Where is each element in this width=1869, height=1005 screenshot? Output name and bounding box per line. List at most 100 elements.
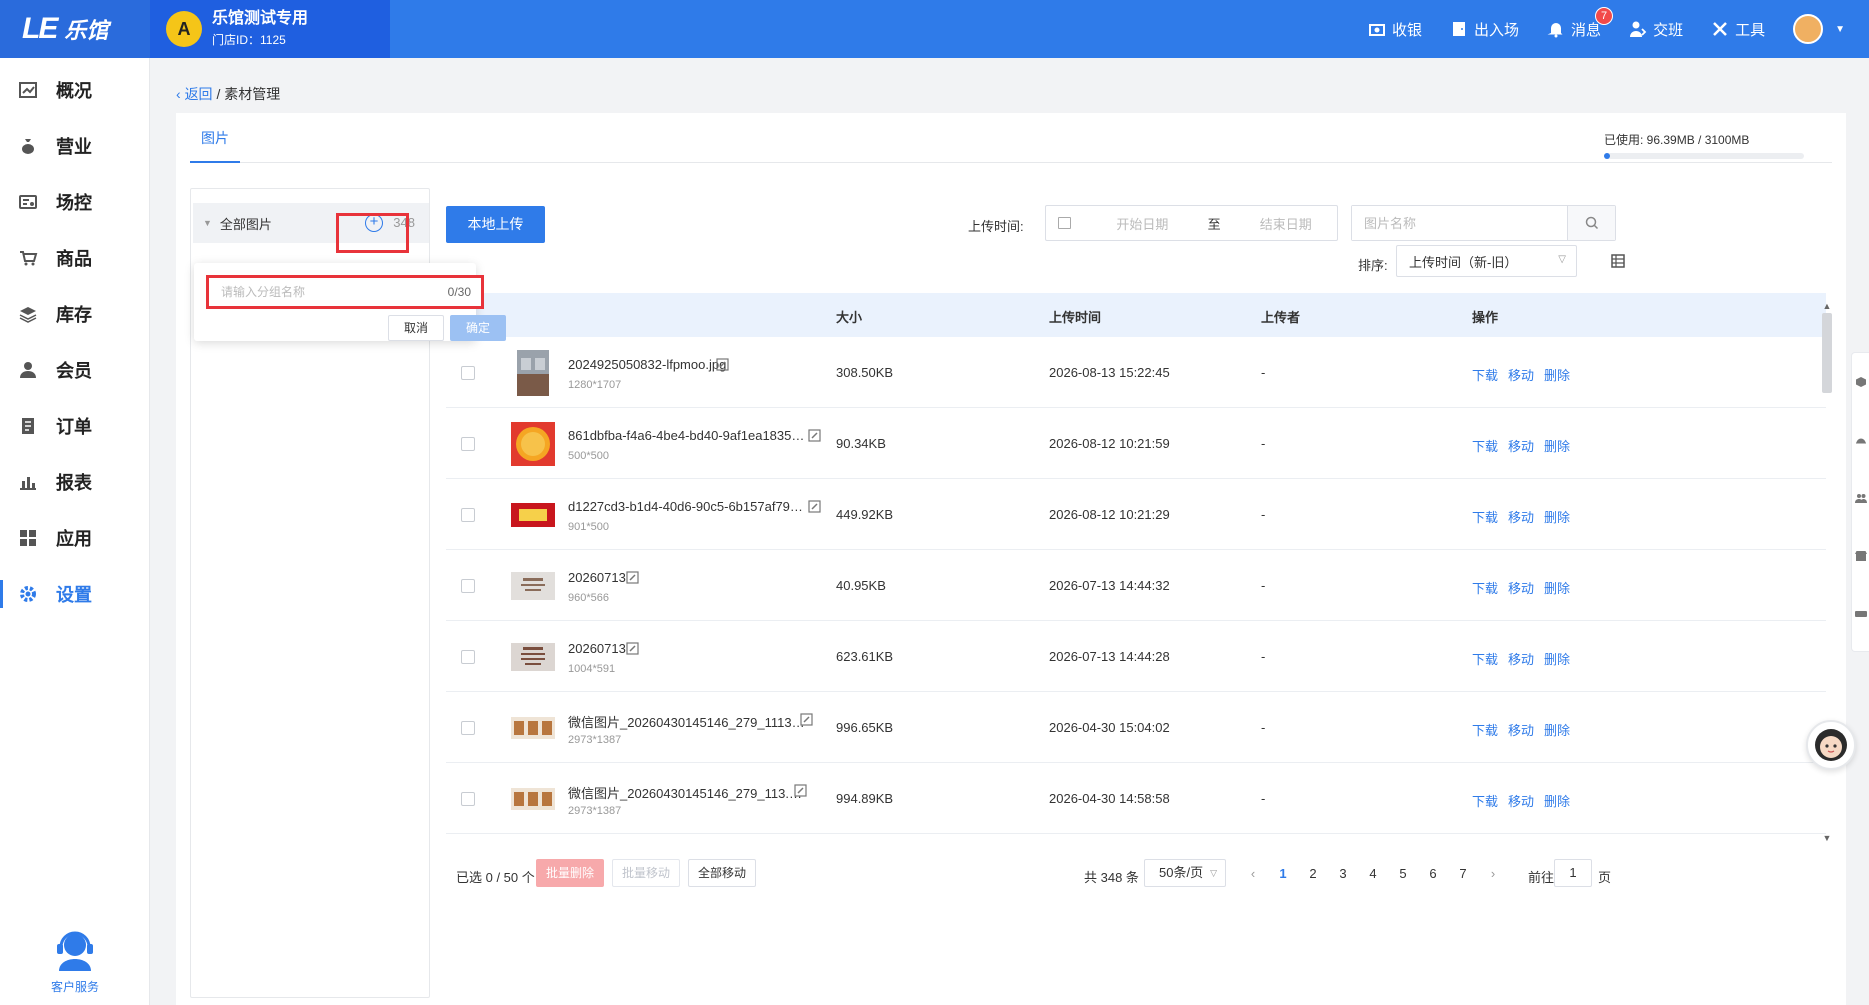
page-3[interactable]: 3	[1328, 866, 1358, 881]
scroll-up-icon[interactable]: ▲	[1821, 301, 1833, 311]
brand-logo[interactable]: LE 乐馆	[0, 0, 150, 58]
move-link[interactable]: 移动	[1508, 368, 1534, 383]
move-all-button[interactable]: 全部移动	[688, 859, 756, 887]
download-link[interactable]: 下载	[1472, 581, 1498, 596]
prev-page-icon[interactable]: ‹	[1238, 866, 1268, 881]
scrollbar-thumb[interactable]	[1822, 313, 1832, 393]
sidebar-item-overview[interactable]: 概况	[0, 62, 149, 118]
assistant-avatar[interactable]	[1806, 720, 1856, 770]
sidebar-item-inventory[interactable]: 库存	[0, 286, 149, 342]
confirm-button[interactable]: 确定	[450, 315, 506, 341]
cancel-button[interactable]: 取消	[388, 315, 444, 341]
image-name-input[interactable]	[1352, 206, 1567, 240]
edit-icon[interactable]	[800, 713, 813, 726]
image-thumbnail[interactable]	[511, 492, 555, 538]
group-name-input[interactable]	[209, 278, 481, 306]
move-link[interactable]: 移动	[1508, 723, 1534, 738]
image-thumbnail[interactable]	[511, 563, 555, 609]
goto-page-input[interactable]: 1	[1554, 859, 1592, 887]
row-checkbox[interactable]	[461, 508, 475, 522]
move-link[interactable]: 移动	[1508, 652, 1534, 667]
edit-icon[interactable]	[626, 642, 639, 655]
edit-icon[interactable]	[794, 784, 807, 797]
customer-service[interactable]: 客户服务	[0, 927, 150, 995]
edit-icon[interactable]	[626, 571, 639, 584]
local-upload-button[interactable]: 本地上传	[446, 206, 545, 243]
page-size-select[interactable]: 50条/页 ▽	[1144, 859, 1226, 887]
user-avatar[interactable]	[1793, 14, 1824, 44]
delete-link[interactable]: 删除	[1544, 581, 1570, 596]
sidebar-item-business[interactable]: 营业	[0, 118, 149, 174]
move-link[interactable]: 移动	[1508, 794, 1534, 809]
edit-icon[interactable]	[808, 500, 821, 513]
store-icon[interactable]	[1852, 527, 1869, 585]
search-button[interactable]	[1567, 206, 1615, 240]
image-thumbnail[interactable]	[511, 634, 555, 680]
move-link[interactable]: 移动	[1508, 439, 1534, 454]
end-date[interactable]: 结束日期	[1235, 214, 1337, 233]
sidebar-item-reports[interactable]: 报表	[0, 454, 149, 510]
image-thumbnail[interactable]	[511, 421, 555, 467]
page-1[interactable]: 1	[1268, 866, 1298, 881]
batch-delete-button[interactable]: 批量删除	[536, 859, 604, 887]
top-nav-handover[interactable]: 交班	[1629, 19, 1683, 40]
start-date[interactable]: 开始日期	[1091, 214, 1193, 233]
sidebar-item-orders[interactable]: 订单	[0, 398, 149, 454]
image-thumbnail[interactable]	[511, 705, 555, 751]
cube-icon[interactable]	[1852, 353, 1869, 411]
group-name-field[interactable]: 0/30	[206, 275, 484, 309]
download-link[interactable]: 下载	[1472, 510, 1498, 525]
list-view-icon[interactable]	[1611, 254, 1625, 268]
row-checkbox[interactable]	[461, 650, 475, 664]
row-checkbox[interactable]	[461, 579, 475, 593]
sort-select[interactable]: 上传时间（新-旧） ▽	[1396, 245, 1577, 277]
image-thumbnail[interactable]	[511, 350, 555, 396]
top-nav-cashier[interactable]: 收银	[1368, 19, 1422, 40]
batch-move-button[interactable]: 批量移动	[612, 859, 680, 887]
top-nav-entry-exit[interactable]: 出入场	[1450, 19, 1519, 40]
page-7[interactable]: 7	[1448, 866, 1478, 881]
image-thumbnail[interactable]	[511, 776, 555, 822]
back-link[interactable]: ‹ 返回	[176, 86, 213, 102]
edit-icon[interactable]	[716, 358, 729, 371]
scroll-down-icon[interactable]: ▼	[1821, 833, 1833, 843]
delete-link[interactable]: 删除	[1544, 723, 1570, 738]
page-5[interactable]: 5	[1388, 866, 1418, 881]
sidebar-item-venue[interactable]: 场控	[0, 174, 149, 230]
page-6[interactable]: 6	[1418, 866, 1448, 881]
row-checkbox[interactable]	[461, 366, 475, 380]
next-page-icon[interactable]: ›	[1478, 866, 1508, 881]
ticket-icon[interactable]	[1852, 585, 1869, 643]
chevron-down-icon[interactable]: ▼	[1835, 24, 1845, 35]
delete-link[interactable]: 删除	[1544, 794, 1570, 809]
move-link[interactable]: 移动	[1508, 581, 1534, 596]
top-nav-tools[interactable]: 工具	[1711, 19, 1765, 40]
download-link[interactable]: 下载	[1472, 723, 1498, 738]
row-checkbox[interactable]	[461, 721, 475, 735]
table-scrollbar[interactable]: ▲ ▼	[1820, 301, 1834, 901]
sidebar-item-settings[interactable]: 设置	[0, 566, 149, 622]
download-link[interactable]: 下载	[1472, 652, 1498, 667]
delete-link[interactable]: 删除	[1544, 510, 1570, 525]
sidebar-item-members[interactable]: 会员	[0, 342, 149, 398]
tab-images[interactable]: 图片	[190, 113, 240, 163]
caret-down-icon[interactable]: ▼	[203, 218, 212, 228]
sidebar-item-apps[interactable]: 应用	[0, 510, 149, 566]
download-link[interactable]: 下载	[1472, 794, 1498, 809]
delete-link[interactable]: 删除	[1544, 439, 1570, 454]
delete-link[interactable]: 删除	[1544, 652, 1570, 667]
page-4[interactable]: 4	[1358, 866, 1388, 881]
row-checkbox[interactable]	[461, 792, 475, 806]
store-switcher[interactable]: A 乐馆测试专用 门店ID：1125	[150, 0, 390, 58]
top-nav-messages[interactable]: 消息 7	[1547, 6, 1614, 40]
date-range-picker[interactable]: 开始日期 至 结束日期	[1045, 205, 1338, 241]
row-checkbox[interactable]	[461, 437, 475, 451]
bell-service-icon[interactable]	[1852, 411, 1869, 469]
page-2[interactable]: 2	[1298, 866, 1328, 881]
users-icon[interactable]	[1852, 469, 1869, 527]
move-link[interactable]: 移动	[1508, 510, 1534, 525]
download-link[interactable]: 下载	[1472, 368, 1498, 383]
download-link[interactable]: 下载	[1472, 439, 1498, 454]
delete-link[interactable]: 删除	[1544, 368, 1570, 383]
edit-icon[interactable]	[808, 429, 821, 442]
